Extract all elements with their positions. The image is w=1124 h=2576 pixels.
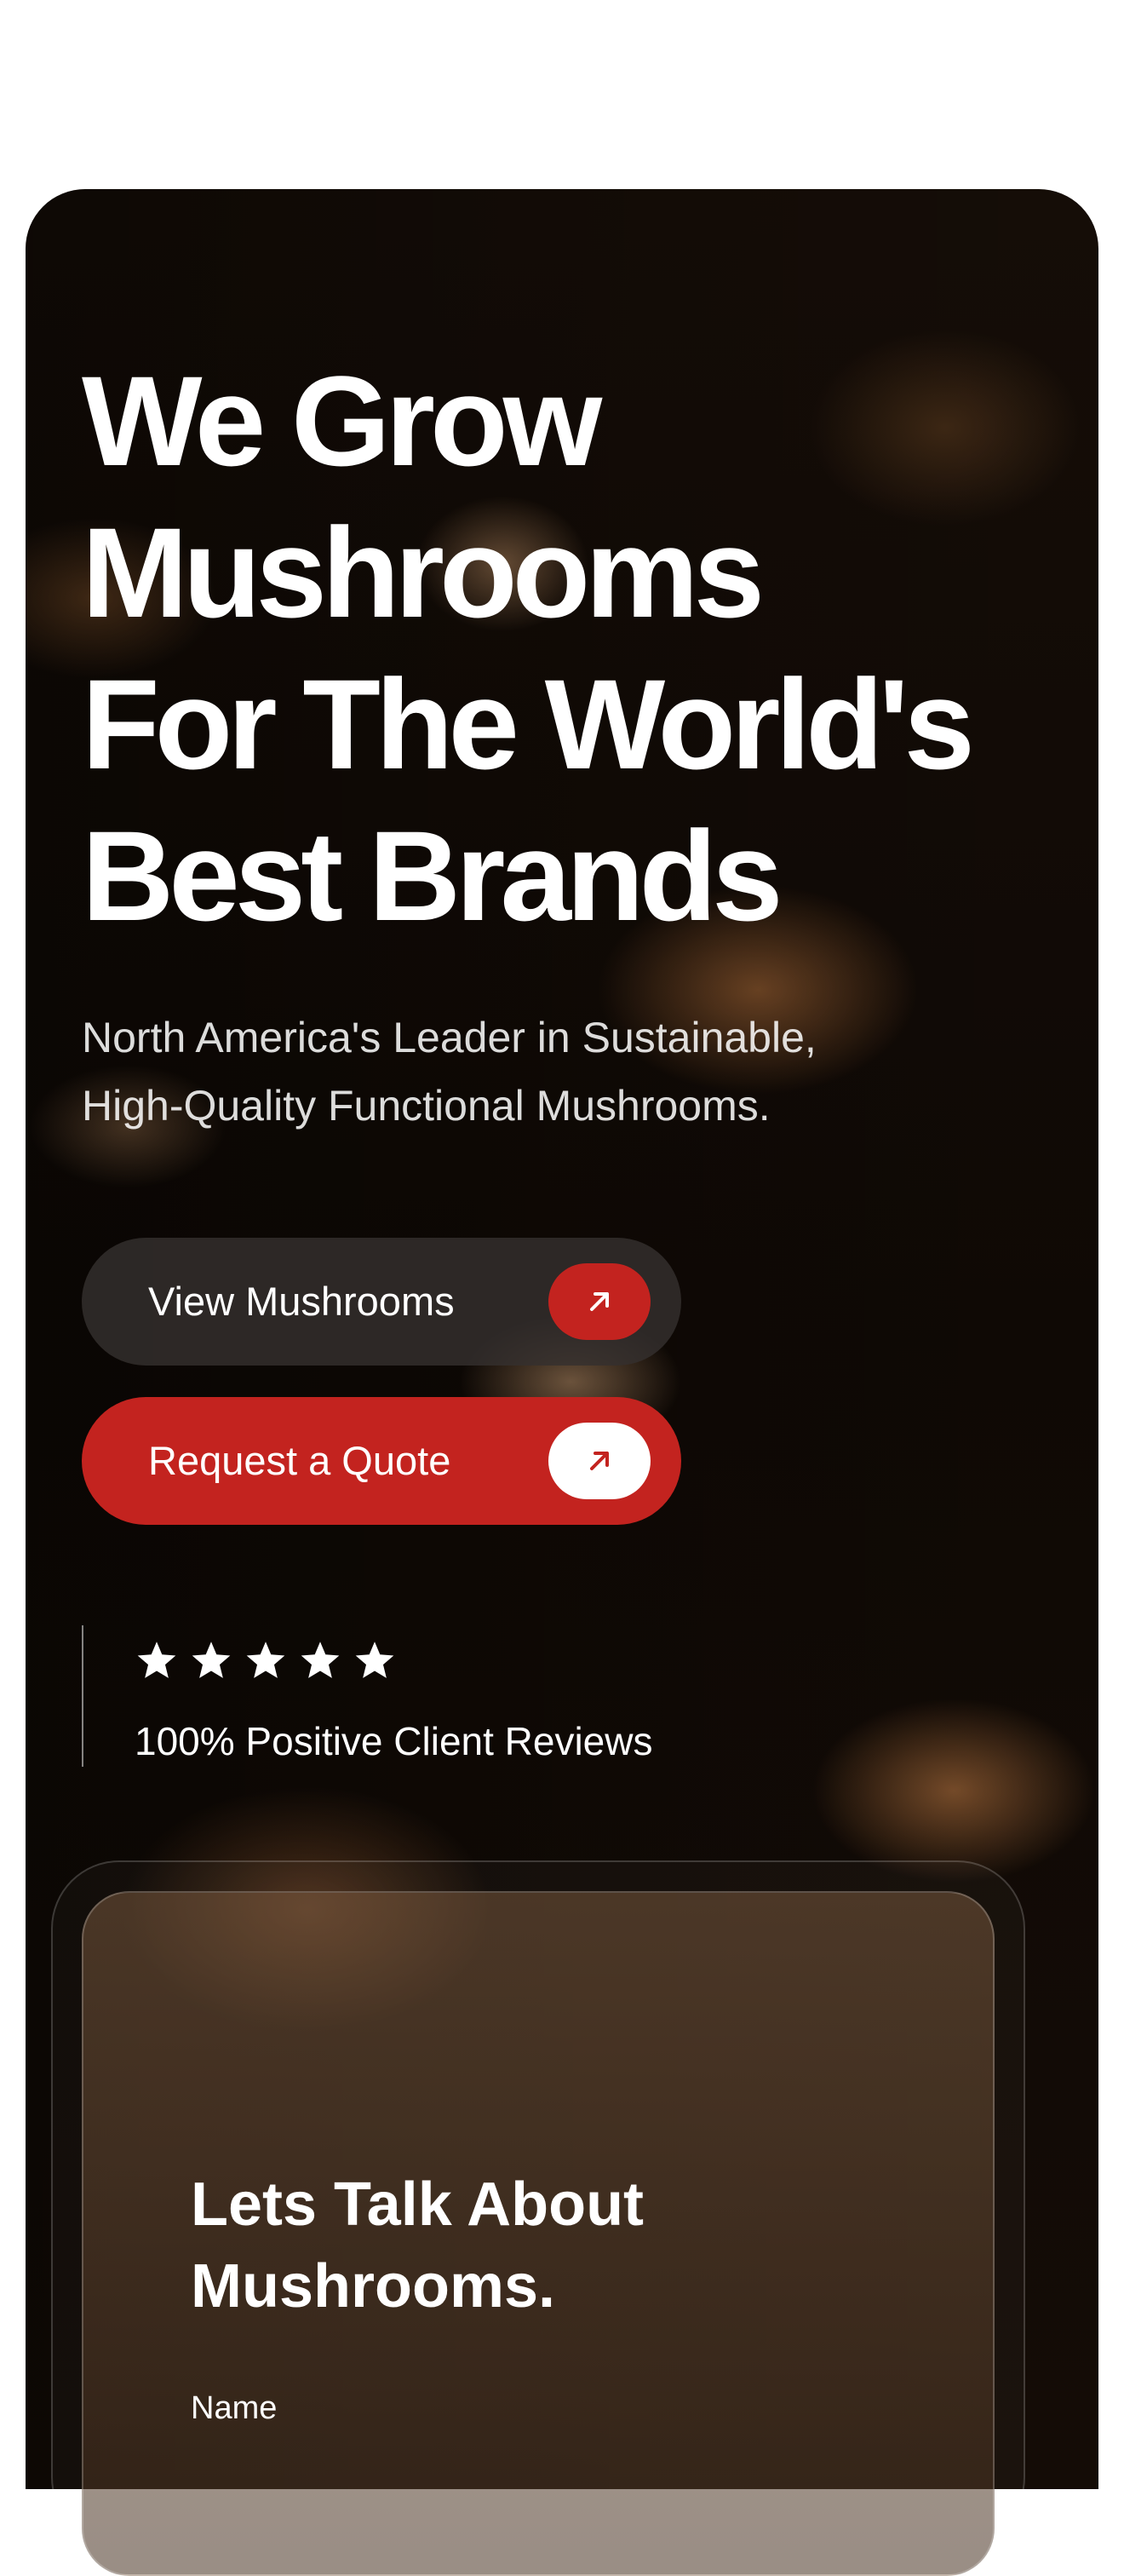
form-title-line-1: Lets Talk About (191, 2171, 645, 2239)
form-title-line-2: Mushrooms. (191, 2252, 556, 2320)
star-icon (246, 1642, 285, 1678)
hero-subtitle: North America's Leader in Sustainable, H… (82, 1003, 1018, 1140)
hero-headline: We Grow Mushrooms For The World's Best B… (82, 345, 1061, 952)
menu-line-top (955, 85, 1012, 89)
hamburger-menu-icon[interactable] (943, 77, 1012, 128)
brand-name: MYZEL (49, 78, 226, 134)
star-rating (135, 1639, 397, 1683)
star-icon (192, 1642, 231, 1678)
request-quote-button[interactable]: Request a Quote (82, 1397, 681, 1525)
headline-line-2: Mushrooms (82, 501, 765, 644)
star-icon (355, 1642, 394, 1678)
view-mushrooms-button[interactable]: View Mushrooms (82, 1238, 681, 1366)
star-icon (301, 1642, 340, 1678)
headline-line-4: Best Brands (82, 804, 783, 947)
arrow-up-right-icon (548, 1263, 651, 1340)
menu-line-bottom (974, 106, 1012, 110)
reviews-block: 100% Positive Client Reviews (82, 1625, 848, 1767)
reviews-text: 100% Positive Client Reviews (135, 1719, 653, 1763)
star-icon (137, 1642, 176, 1678)
view-mushrooms-label: View Mushrooms (148, 1279, 455, 1324)
name-field-label: Name (191, 2390, 278, 2426)
reviews-divider (82, 1625, 83, 1767)
subtitle-line-2: High-Quality Functional Mushrooms. (82, 1082, 771, 1130)
brand-logo[interactable]: MYZEL ORGANICS (49, 49, 271, 150)
request-quote-label: Request a Quote (148, 1438, 451, 1483)
form-title: Lets Talk About Mushrooms. (191, 2164, 957, 2327)
brand-tagline: ORGANICS (51, 127, 169, 147)
headline-line-3: For The World's (82, 653, 975, 796)
subtitle-line-1: North America's Leader in Sustainable, (82, 1014, 817, 1061)
headline-line-1: We Grow (82, 349, 602, 492)
arrow-up-right-icon (548, 1423, 651, 1499)
